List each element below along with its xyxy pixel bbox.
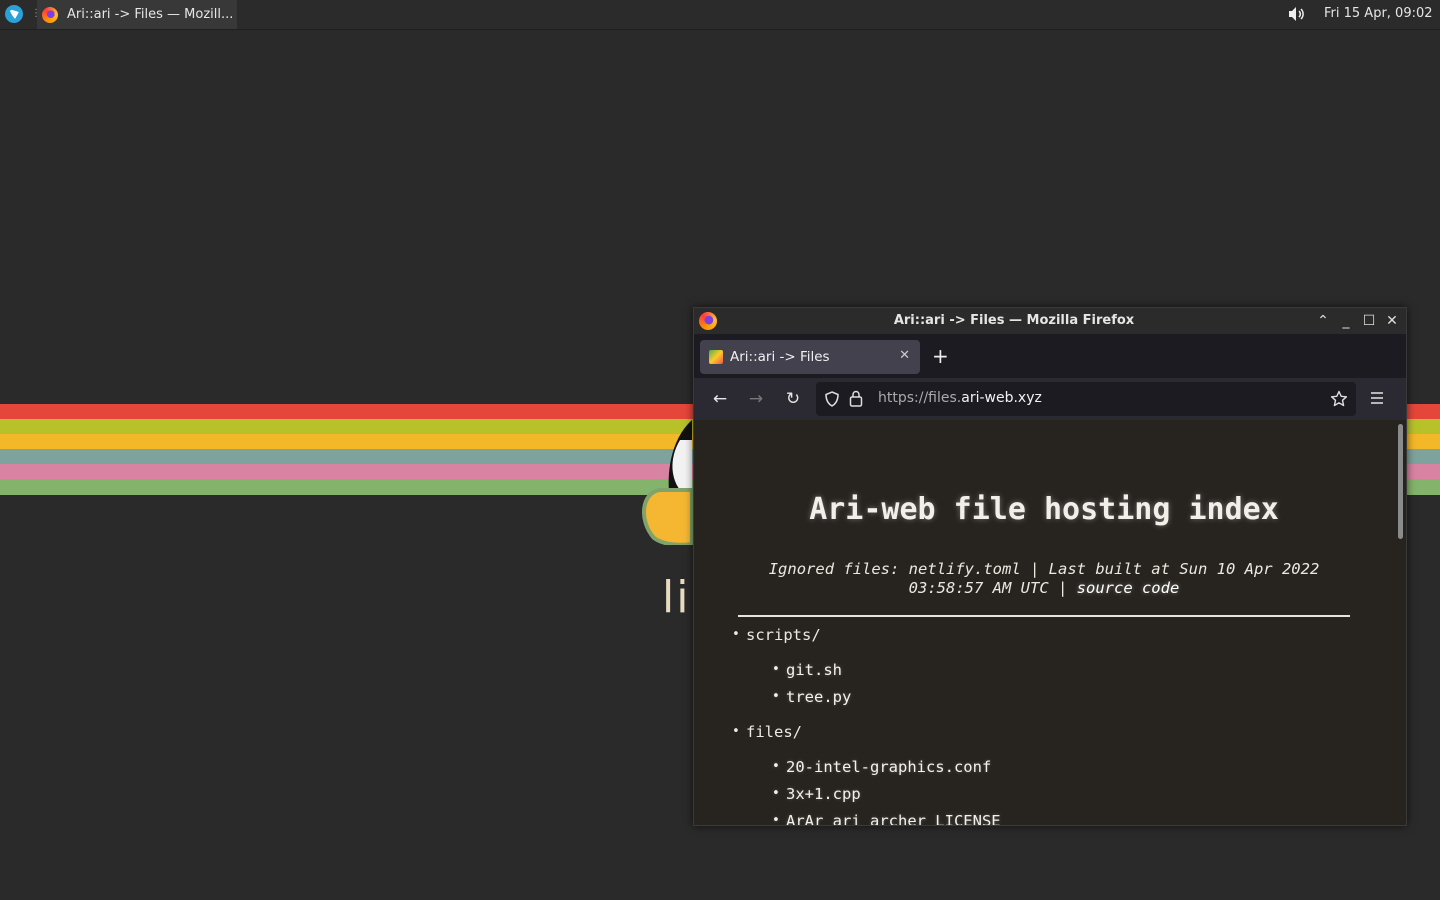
tab-label: Ari::ari -> Files: [730, 349, 830, 365]
hamburger-menu-icon[interactable]: [1370, 391, 1384, 405]
site-favicon-icon: [709, 350, 723, 364]
new-tab-button[interactable]: +: [932, 344, 949, 368]
subtitle-text: Ignored files: netlify.toml | Last built…: [768, 560, 1320, 597]
wallpaper-text: li: [662, 572, 691, 623]
close-tab-icon[interactable]: ✕: [899, 348, 910, 363]
taskbar-item-firefox[interactable]: Ari::ari -> Files — Mozill...: [37, 0, 237, 29]
divider: [738, 615, 1350, 617]
maximize-window-button[interactable]: ☐: [1360, 312, 1378, 330]
navigation-toolbar: ← → ↻ https://files.ari-web.xyz: [694, 378, 1406, 420]
close-window-button[interactable]: ✕: [1383, 312, 1401, 330]
directory-item[interactable]: files/: [732, 723, 802, 741]
file-item[interactable]: 20-intel-graphics.conf: [772, 758, 991, 776]
tab-bar: Ari::ari -> Files ✕ +: [694, 334, 1406, 378]
top-panel: ⋮ Ari::ari -> Files — Mozill... Fri 15 A…: [0, 0, 1440, 30]
url-text: https://files.ari-web.xyz: [878, 390, 1042, 406]
minimize-window-button[interactable]: _: [1337, 312, 1355, 330]
shade-window-button[interactable]: ⌃: [1314, 312, 1332, 330]
forward-button[interactable]: →: [746, 389, 766, 409]
firefox-icon: [42, 6, 58, 23]
reload-button[interactable]: ↻: [783, 389, 803, 409]
page-subtitle: Ignored files: netlify.toml | Last built…: [739, 560, 1349, 598]
shield-icon[interactable]: [824, 391, 840, 407]
window-titlebar[interactable]: Ari::ari -> Files — Mozilla Firefox ⌃ _ …: [694, 308, 1406, 334]
tux-mascot-icon: [641, 420, 694, 545]
scrollbar-thumb[interactable]: [1398, 424, 1403, 539]
file-item[interactable]: git.sh: [772, 661, 842, 679]
back-button[interactable]: ←: [710, 389, 730, 409]
app-menu-icon[interactable]: [5, 5, 23, 23]
page-content: Ari-web file hosting index Ignored files…: [694, 420, 1394, 825]
file-item[interactable]: ArAr_ari_archer_LICENSE: [772, 812, 1001, 825]
taskbar-item-label: Ari::ari -> Files — Mozill...: [67, 7, 234, 22]
volume-icon[interactable]: [1287, 6, 1307, 22]
page-scrollbar[interactable]: [1394, 420, 1406, 825]
tab-files[interactable]: Ari::ari -> Files ✕: [700, 340, 920, 374]
window-title: Ari::ari -> Files — Mozilla Firefox: [893, 313, 1135, 328]
page-title: Ari-web file hosting index: [809, 492, 1279, 527]
firefox-window[interactable]: Ari::ari -> Files — Mozilla Firefox ⌃ _ …: [693, 307, 1407, 826]
url-bar[interactable]: https://files.ari-web.xyz: [816, 382, 1356, 416]
file-item[interactable]: tree.py: [772, 688, 851, 706]
file-item[interactable]: 3x+1.cpp: [772, 785, 861, 803]
url-prefix: https://files.: [878, 390, 962, 406]
lock-icon[interactable]: [849, 390, 863, 407]
clock[interactable]: Fri 15 Apr, 09:02: [1324, 6, 1433, 21]
url-domain: ari-web.xyz: [961, 390, 1042, 406]
directory-item[interactable]: scripts/: [732, 626, 821, 644]
bookmark-star-icon[interactable]: [1330, 390, 1348, 408]
source-code-link[interactable]: source code: [1077, 579, 1180, 597]
